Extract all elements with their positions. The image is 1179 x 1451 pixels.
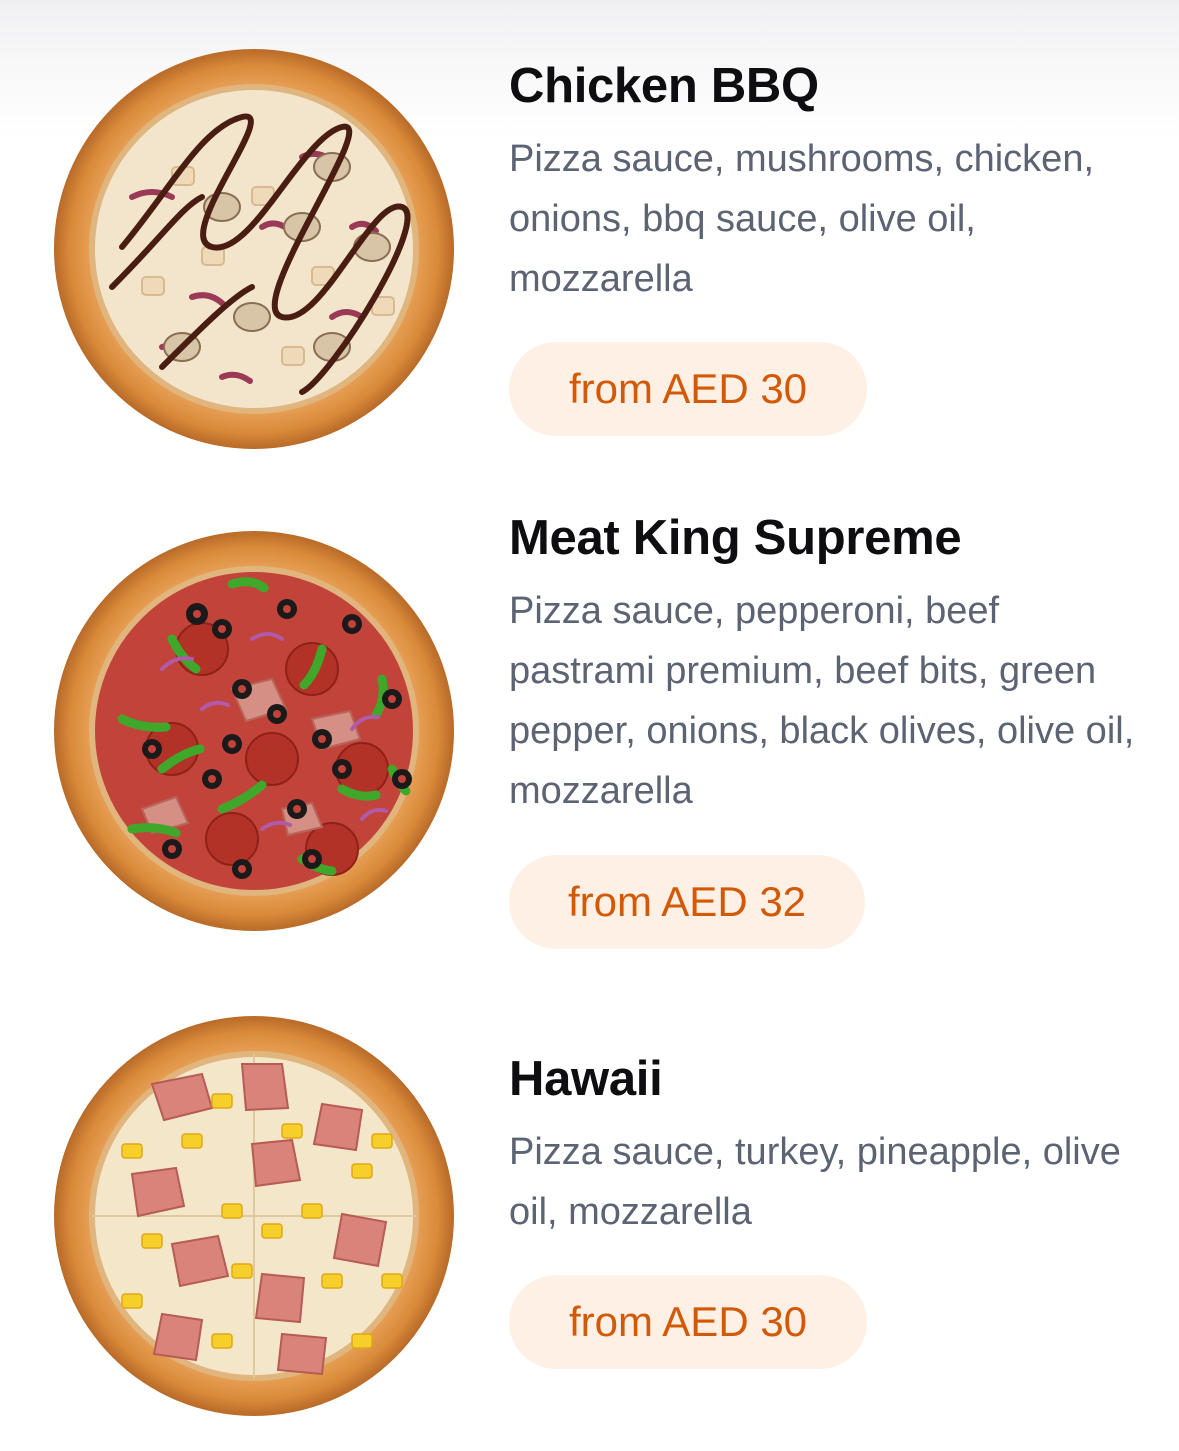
item-description: Pizza sauce, mushrooms, chicken, onions,… (509, 138, 1095, 300)
pizza-image-meat-king-supreme[interactable] (52, 529, 456, 933)
menu-screen: Chicken BBQ Pizza sauce, mushrooms, chic… (0, 0, 1179, 1451)
item-description: Pizza sauce, turkey, pineapple, olive oi… (509, 1131, 1121, 1233)
price-button[interactable]: from AED 30 (509, 342, 867, 436)
price-button[interactable]: from AED 32 (509, 855, 865, 949)
item-info: Meat King Supreme Pizza sauce, pepperoni… (509, 508, 1149, 949)
item-name: Chicken BBQ (509, 59, 819, 113)
price-button[interactable]: from AED 30 (509, 1275, 867, 1369)
pizza-image-chicken-bbq[interactable] (52, 47, 456, 451)
item-info: Hawaii Pizza sauce, turkey, pineapple, o… (509, 1049, 1149, 1369)
pizza-image-hawaii[interactable] (52, 1014, 456, 1418)
item-name: Meat King Supreme (509, 511, 962, 565)
item-info: Chicken BBQ Pizza sauce, mushrooms, chic… (509, 56, 1149, 436)
item-description: Pizza sauce, pepperoni, beef pastrami pr… (509, 590, 1135, 812)
item-name: Hawaii (509, 1052, 663, 1106)
